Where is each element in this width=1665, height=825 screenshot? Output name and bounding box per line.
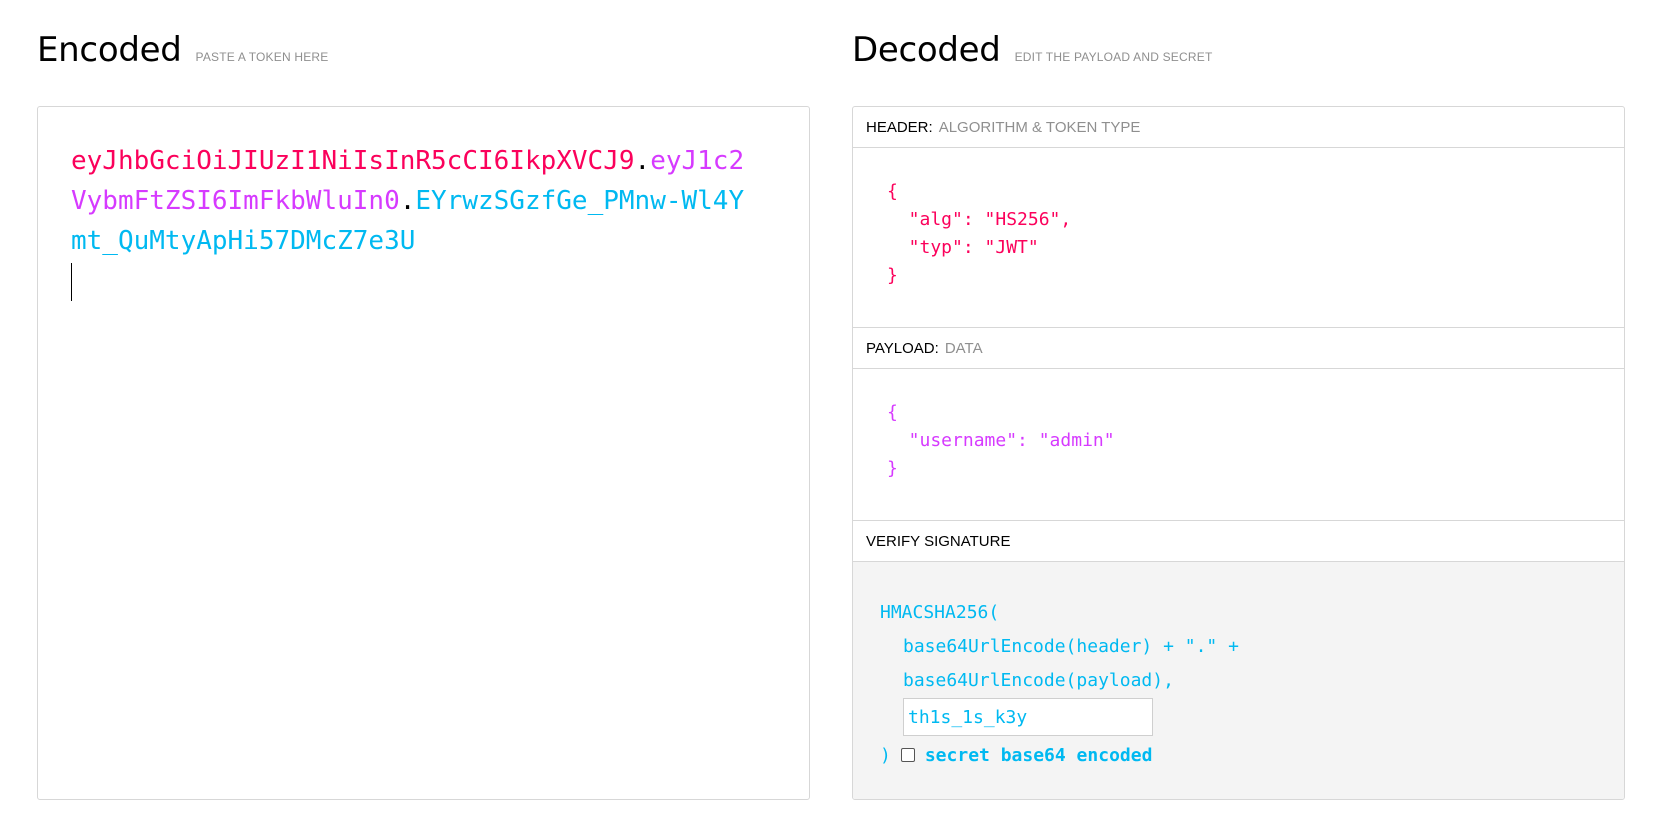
hmac-header-arg: base64UrlEncode(header) + "." +	[903, 636, 1239, 657]
header-json[interactable]: { "alg": "HS256", "typ": "JWT" }	[887, 178, 1071, 290]
hmac-payload-arg: base64UrlEncode(payload),	[903, 670, 1174, 691]
encoded-token-editor[interactable]: eyJhbGciOiJIUzI1NiIsInR5cCI6IkpXVCJ9.eyJ…	[37, 106, 810, 800]
decoded-title: Decoded	[852, 30, 1001, 70]
header-label: HEADER:	[866, 118, 933, 136]
hmac-close-paren: )	[880, 744, 891, 766]
text-caret	[71, 263, 72, 301]
decoded-title-group: Decoded EDIT THE PAYLOAD AND SECRET	[852, 30, 1212, 70]
secret-base64-label[interactable]: secret base64 encoded	[925, 745, 1153, 766]
hmac-close-row: ) secret base64 encoded	[880, 738, 1239, 772]
token-header-segment: eyJhbGciOiJIUzI1NiIsInR5cCI6IkpXVCJ9	[71, 146, 635, 176]
secret-input[interactable]	[903, 698, 1153, 736]
header-json-editor[interactable]: { "alg": "HS256", "typ": "JWT" }	[853, 148, 1624, 328]
payload-json-editor[interactable]: { "username": "admin" }	[853, 369, 1624, 521]
payload-section-heading: PAYLOAD: DATA	[853, 328, 1624, 369]
verify-code: HMACSHA256( base64UrlEncode(header) + ".…	[880, 596, 1239, 772]
hmac-function: HMACSHA256(	[880, 602, 1000, 623]
encoded-title-group: Encoded PASTE A TOKEN HERE	[37, 30, 329, 70]
decoded-subtitle: EDIT THE PAYLOAD AND SECRET	[1014, 50, 1213, 64]
encoded-title: Encoded	[37, 30, 182, 70]
verify-label: VERIFY SIGNATURE	[866, 532, 1011, 550]
verify-signature-body: HMACSHA256( base64UrlEncode(header) + ".…	[853, 562, 1624, 799]
encoded-subtitle: PASTE A TOKEN HERE	[195, 50, 329, 64]
header-description: ALGORITHM & TOKEN TYPE	[938, 118, 1141, 136]
payload-description: DATA	[944, 339, 983, 357]
payload-label: PAYLOAD:	[866, 339, 939, 357]
verify-section-heading: VERIFY SIGNATURE	[853, 521, 1624, 562]
payload-json[interactable]: { "username": "admin" }	[887, 399, 1115, 483]
secret-base64-checkbox[interactable]	[900, 748, 915, 762]
header-section-heading: HEADER: ALGORITHM & TOKEN TYPE	[853, 107, 1624, 148]
token-separator: .	[399, 186, 416, 216]
token-separator: .	[634, 146, 651, 176]
decoded-panel: HEADER: ALGORITHM & TOKEN TYPE { "alg": …	[852, 106, 1625, 800]
encoded-token-text[interactable]: eyJhbGciOiJIUzI1NiIsInR5cCI6IkpXVCJ9.eyJ…	[71, 141, 751, 301]
